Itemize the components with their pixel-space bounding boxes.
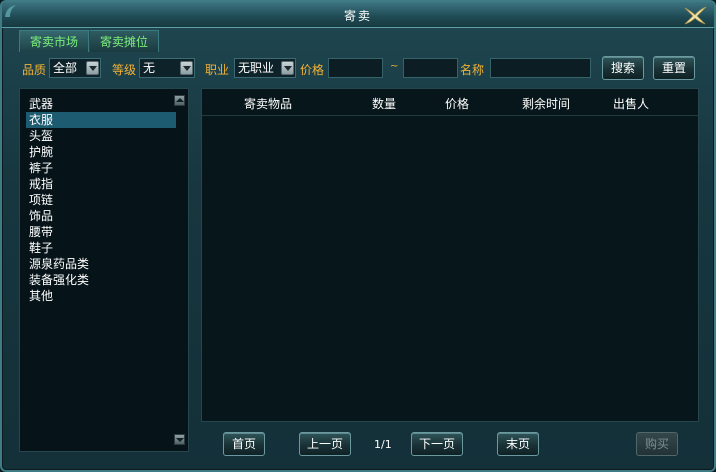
prev-page-button[interactable]: 上一页: [299, 432, 351, 456]
level-value: 无: [143, 61, 156, 75]
category-panel: 武器 衣服 头盔 护腕 裤子 戒指 项链 饰品 腰带 鞋子 源泉药品类 装备强化类 其他: [19, 88, 189, 452]
category-item[interactable]: 腰带: [26, 224, 176, 240]
chevron-down-icon: [180, 61, 193, 75]
category-item[interactable]: 头盔: [26, 128, 176, 144]
job-select[interactable]: 无职业: [234, 58, 296, 78]
tab-stall[interactable]: 寄卖摊位: [89, 30, 160, 52]
category-item[interactable]: 裤子: [26, 160, 176, 176]
tab-bar: 寄卖市场 寄卖摊位: [19, 30, 160, 52]
category-item[interactable]: 武器: [26, 96, 176, 112]
col-item: 寄卖物品: [244, 97, 293, 111]
search-button[interactable]: 搜索: [602, 56, 644, 80]
category-item[interactable]: 项链: [26, 192, 176, 208]
first-page-button[interactable]: 首页: [223, 432, 265, 456]
quality-label: 品质: [22, 63, 47, 77]
consignment-window: 寄卖 寄卖市场 寄卖摊位 品质 全部 等级 无 职业 无职业 价格 ~ 名称 搜…: [0, 0, 716, 472]
window-title: 寄卖: [343, 9, 372, 23]
last-page-button[interactable]: 末页: [497, 432, 539, 456]
reset-button[interactable]: 重置: [653, 56, 695, 80]
name-input[interactable]: [490, 58, 591, 78]
next-page-button[interactable]: 下一页: [411, 432, 463, 456]
name-label: 名称: [460, 63, 485, 77]
col-quantity: 数量: [372, 97, 397, 111]
chevron-down-icon: [281, 61, 294, 75]
col-seller: 出售人: [613, 97, 650, 111]
quality-value: 全部: [53, 61, 78, 75]
price-min-input[interactable]: [328, 58, 383, 78]
price-separator: ~: [390, 61, 399, 72]
listing-table: 寄卖物品 数量 价格 剩余时间 出售人: [201, 88, 699, 422]
buy-button[interactable]: 购买: [636, 432, 678, 456]
category-list: 武器 衣服 头盔 护腕 裤子 戒指 项链 饰品 腰带 鞋子 源泉药品类 装备强化类 其他: [26, 96, 176, 304]
tab-market[interactable]: 寄卖市场: [19, 30, 90, 52]
scroll-up-icon[interactable]: [174, 95, 185, 106]
level-select[interactable]: 无: [139, 58, 195, 78]
category-item[interactable]: 其他: [26, 288, 176, 304]
price-label: 价格: [300, 63, 325, 77]
filter-row: 品质 全部 等级 无 职业 无职业 价格 ~ 名称 搜索 重置: [2, 55, 714, 81]
quality-select[interactable]: 全部: [49, 58, 101, 78]
category-item[interactable]: 装备强化类: [26, 272, 176, 288]
scroll-down-icon[interactable]: [174, 434, 185, 445]
price-max-input[interactable]: [403, 58, 458, 78]
chevron-down-icon: [86, 61, 99, 75]
col-price: 价格: [445, 97, 470, 111]
table-header: 寄卖物品 数量 价格 剩余时间 出售人: [202, 89, 698, 116]
page-indicator: 1/1: [374, 438, 392, 451]
job-label: 职业: [205, 63, 230, 77]
level-label: 等级: [112, 63, 137, 77]
category-item[interactable]: 戒指: [26, 176, 176, 192]
category-item[interactable]: 源泉药品类: [26, 256, 176, 272]
job-value: 无职业: [238, 61, 275, 75]
category-item[interactable]: 饰品: [26, 208, 176, 224]
category-item[interactable]: 衣服: [26, 112, 176, 128]
title-bar[interactable]: 寄卖: [2, 2, 714, 28]
category-item[interactable]: 鞋子: [26, 240, 176, 256]
close-icon[interactable]: [682, 4, 708, 26]
col-time-left: 剩余时间: [522, 97, 571, 111]
category-item[interactable]: 护腕: [26, 144, 176, 160]
